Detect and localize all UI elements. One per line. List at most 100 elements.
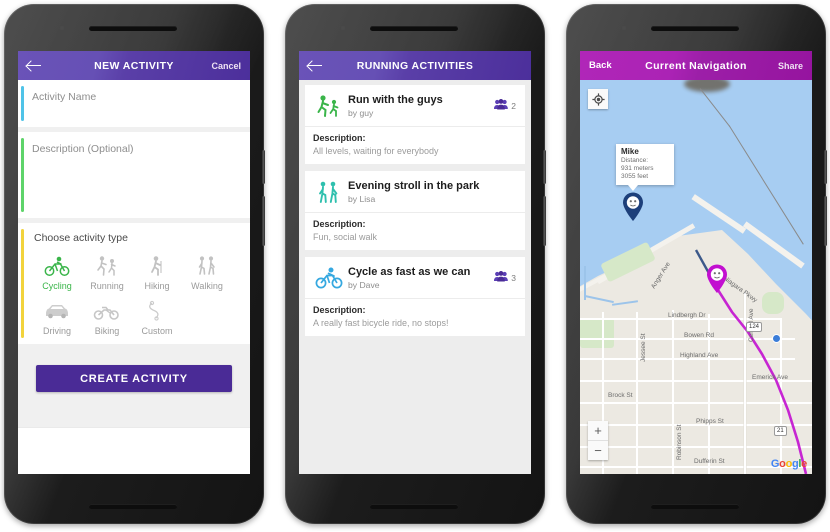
new-activity-form: Activity Name Description (Optional) Cho… bbox=[18, 80, 250, 474]
appbar-new-activity: NEW ACTIVITY Cancel bbox=[18, 51, 250, 80]
description-label: Description: bbox=[313, 219, 366, 229]
map-label: Phipps St bbox=[696, 418, 724, 425]
mike-pin[interactable] bbox=[622, 192, 644, 227]
phone-running-activities: RUNNING ACTIVITIES Run with the guys by … bbox=[285, 0, 546, 532]
activity-type-running[interactable]: Running bbox=[82, 251, 132, 291]
activity-type-accent bbox=[21, 229, 24, 338]
description-label: Description: bbox=[313, 305, 366, 315]
volume-button[interactable] bbox=[824, 196, 827, 246]
activity-type-custom[interactable]: Custom bbox=[132, 296, 182, 336]
cycling-icon bbox=[312, 263, 346, 293]
bottom-speaker bbox=[89, 504, 177, 509]
list-item-text: Run with the guys by guy bbox=[346, 94, 494, 119]
back-button[interactable] bbox=[18, 60, 71, 71]
phone-current-navigation: Back Current Navigation Share Lindbergh … bbox=[566, 0, 827, 532]
map-label: Jessee St bbox=[640, 333, 647, 362]
back-button[interactable]: Back bbox=[580, 60, 633, 71]
description-label: Description: bbox=[313, 133, 366, 143]
list-item-description: Description: All levels, waiting for eve… bbox=[305, 127, 525, 164]
screen-current-navigation: Back Current Navigation Share Lindbergh … bbox=[580, 51, 812, 474]
callout-distance-meters: 931 meters bbox=[621, 165, 654, 172]
back-arrow-icon bbox=[308, 60, 323, 71]
bottom-speaker bbox=[651, 504, 739, 509]
volume-button[interactable] bbox=[262, 196, 265, 246]
map-view[interactable]: Lindbergh Dr Bowen Rd Highland Ave Emeri… bbox=[580, 80, 812, 474]
back-arrow-icon bbox=[27, 60, 42, 71]
map-label: Emerick Ave bbox=[752, 374, 789, 381]
map-zoom-controls[interactable]: + − bbox=[588, 421, 608, 460]
front-camera-icon bbox=[341, 26, 345, 30]
map-label-brock: Brock St bbox=[608, 392, 633, 399]
activity-name-field[interactable]: Activity Name bbox=[18, 80, 250, 127]
activity-type-hiking-label: Hiking bbox=[144, 281, 170, 291]
activity-type-biking[interactable]: Biking bbox=[82, 296, 132, 336]
earpiece-speaker bbox=[89, 26, 177, 31]
list-item[interactable]: Run with the guys by guy 2 Description: … bbox=[305, 85, 525, 164]
google-logo-e: e bbox=[801, 458, 807, 470]
walking-icon bbox=[312, 177, 346, 207]
route-shield-21: 21 bbox=[774, 426, 787, 436]
participants-count: 2 bbox=[511, 101, 516, 111]
appbar-current-navigation: Back Current Navigation Share bbox=[580, 51, 812, 80]
walking-icon bbox=[182, 251, 232, 280]
page-title: Current Navigation bbox=[645, 59, 747, 72]
activity-type-title: Choose activity type bbox=[34, 232, 128, 244]
power-button[interactable] bbox=[543, 150, 546, 184]
list-item-header: Run with the guys by guy 2 bbox=[305, 85, 525, 127]
my-location-button[interactable] bbox=[588, 89, 608, 109]
list-item-author: by guy bbox=[348, 107, 374, 118]
cancel-button[interactable]: Cancel bbox=[197, 61, 250, 71]
running-icon bbox=[82, 251, 132, 280]
earpiece-speaker bbox=[651, 26, 739, 31]
map-label: Lindbergh Dr bbox=[668, 312, 706, 319]
navigation-route bbox=[694, 249, 808, 474]
zoom-in-button[interactable]: + bbox=[588, 421, 608, 441]
create-activity-wrap: CREATE ACTIVITY bbox=[18, 349, 250, 392]
activity-type-walking[interactable]: Walking bbox=[182, 251, 232, 291]
my-location-icon bbox=[591, 92, 605, 106]
cycling-icon bbox=[32, 251, 82, 280]
mike-callout[interactable]: Mike Distance: 931 meters 3055 feet bbox=[616, 144, 674, 191]
participants-badge: 2 bbox=[494, 97, 518, 115]
custom-route-icon bbox=[132, 296, 182, 325]
google-logo: Google bbox=[771, 458, 807, 470]
list-item-title: Run with the guys bbox=[348, 93, 443, 106]
share-button[interactable]: Share bbox=[759, 61, 812, 71]
zoom-out-button[interactable]: − bbox=[588, 441, 608, 460]
activity-name-accent bbox=[21, 86, 24, 121]
description-value: All levels, waiting for everybody bbox=[313, 146, 439, 156]
activity-type-running-label: Running bbox=[90, 281, 124, 291]
motorbike-icon bbox=[82, 296, 132, 325]
car-icon bbox=[32, 296, 82, 325]
description-value: A really fast bicycle ride, no stops! bbox=[313, 318, 449, 328]
back-button[interactable] bbox=[299, 60, 352, 71]
volume-button[interactable] bbox=[543, 196, 546, 246]
callout-name: Mike bbox=[621, 147, 639, 156]
activity-type-cycling[interactable]: Cycling bbox=[32, 251, 82, 291]
participants-badge: 3 bbox=[494, 269, 518, 287]
page-title: RUNNING ACTIVITIES bbox=[356, 59, 474, 72]
screenshot-stage: NEW ACTIVITY Cancel Activity Name Descri… bbox=[0, 0, 830, 532]
list-item[interactable]: Cycle as fast as we can by Dave 3 Descri… bbox=[305, 257, 525, 336]
destination-pin[interactable] bbox=[706, 264, 728, 299]
map-label: Highland Ave bbox=[680, 352, 719, 359]
map-label: Dufferin St bbox=[694, 458, 725, 465]
list-item-text: Cycle as fast as we can by Dave bbox=[346, 266, 494, 291]
activity-type-driving[interactable]: Driving bbox=[32, 296, 82, 336]
form-footer-spacer bbox=[18, 427, 250, 474]
list-item-header: Cycle as fast as we can by Dave 3 bbox=[305, 257, 525, 299]
power-button[interactable] bbox=[824, 150, 827, 184]
list-item[interactable]: Evening stroll in the park by Lisa Descr… bbox=[305, 171, 525, 250]
activity-type-hiking[interactable]: Hiking bbox=[132, 251, 182, 291]
activity-type-biking-label: Biking bbox=[94, 326, 120, 336]
create-activity-button[interactable]: CREATE ACTIVITY bbox=[36, 365, 232, 392]
description-field[interactable]: Description (Optional) bbox=[18, 132, 250, 218]
list-item-text: Evening stroll in the park by Lisa bbox=[346, 180, 516, 205]
route-shield-124: 124 bbox=[746, 322, 763, 332]
activity-type-custom-label: Custom bbox=[141, 326, 173, 336]
power-button[interactable] bbox=[262, 150, 265, 184]
front-camera-icon bbox=[622, 26, 626, 30]
google-logo-g1: G bbox=[770, 458, 780, 470]
callout-distance-label: Distance: bbox=[621, 157, 649, 164]
list-item-author: by Dave bbox=[348, 279, 380, 290]
